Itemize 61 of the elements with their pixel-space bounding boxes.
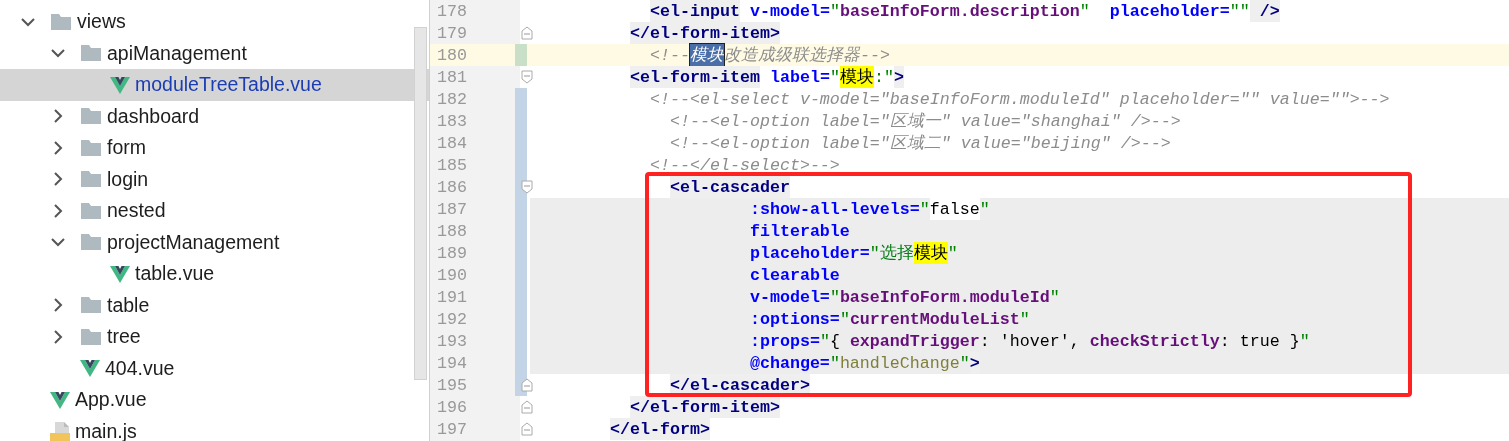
fold-icon[interactable] [521,422,533,436]
tree-item[interactable]: table [0,289,429,321]
tree-item[interactable]: dashboard [0,100,429,132]
line-number: 186 [436,177,467,197]
tree-item[interactable]: form [0,132,429,164]
line-number: 194 [436,353,467,373]
line-number: 184 [436,133,467,153]
tree-item[interactable]: main.js [0,415,429,441]
code-line: <!--<el-option label="区域一" value="shanghai" />--> [668,111,1182,132]
scrollbar[interactable] [414,27,427,380]
folder-icon [50,12,72,31]
fold-icon[interactable] [521,180,533,194]
line-number: 189 [436,243,467,263]
folder-icon [80,296,102,315]
folder-icon [80,170,102,189]
tree-item[interactable]: tree [0,321,429,353]
line-number: 188 [436,221,467,241]
tree-item[interactable]: App.vue [0,384,429,416]
line-number: 190 [436,265,467,285]
line-number: 180 [436,45,467,65]
code-line: <el-form-item label="模块:"> [628,66,905,88]
tree-item[interactable]: 404.vue [0,352,429,384]
line-number: 187 [436,199,467,219]
line-number: 178 [436,1,467,21]
line-number: 192 [436,309,467,329]
folder-icon [80,138,102,157]
line-number: 182 [436,89,467,109]
folder-icon [80,201,102,220]
line-number: 183 [436,111,467,131]
code-line: <!--<el-select v-model="baseInfoForm.moduleId" placeholder="" value="">--> [648,88,1391,110]
fold-icon[interactable] [521,26,533,40]
folder-icon [80,327,102,346]
vue-file-icon [50,390,70,409]
line-number: 181 [436,67,467,87]
fold-icon[interactable] [521,400,533,414]
line-number: 195 [436,375,467,395]
line-number: 193 [436,331,467,351]
folder-icon [80,107,102,126]
vue-file-icon [80,359,100,378]
vue-file-icon [110,75,130,94]
line-number: 185 [436,155,467,175]
code-line: <!--模块改造成级联选择器--> [648,44,891,66]
folder-icon [80,44,102,63]
folder-icon [80,233,102,252]
code-line: <el-input v-model="baseInfoForm.description" placeholder="" /> [648,0,1281,22]
tree-item[interactable]: table.vue [0,258,429,290]
tree-item[interactable]: login [0,163,429,195]
line-number: 196 [436,397,467,417]
code-line: <!--</el-select>--> [648,154,841,176]
vue-file-icon [110,264,130,283]
tree-item[interactable]: nested [0,195,429,227]
tree-item[interactable]: projectManagement [0,226,429,258]
fold-icon[interactable] [521,378,533,392]
tree-item[interactable]: apiManagement [0,37,429,69]
fold-icon[interactable] [521,70,533,84]
tree-item[interactable]: moduleTreeTable.vue [0,69,429,101]
line-number: 197 [436,419,467,439]
line-number: 179 [436,23,467,43]
code-line: <!--<el-option label="区域二" value="beijing" />--> [668,133,1172,154]
tree-item[interactable]: views [0,6,429,38]
line-number: 191 [436,287,467,307]
